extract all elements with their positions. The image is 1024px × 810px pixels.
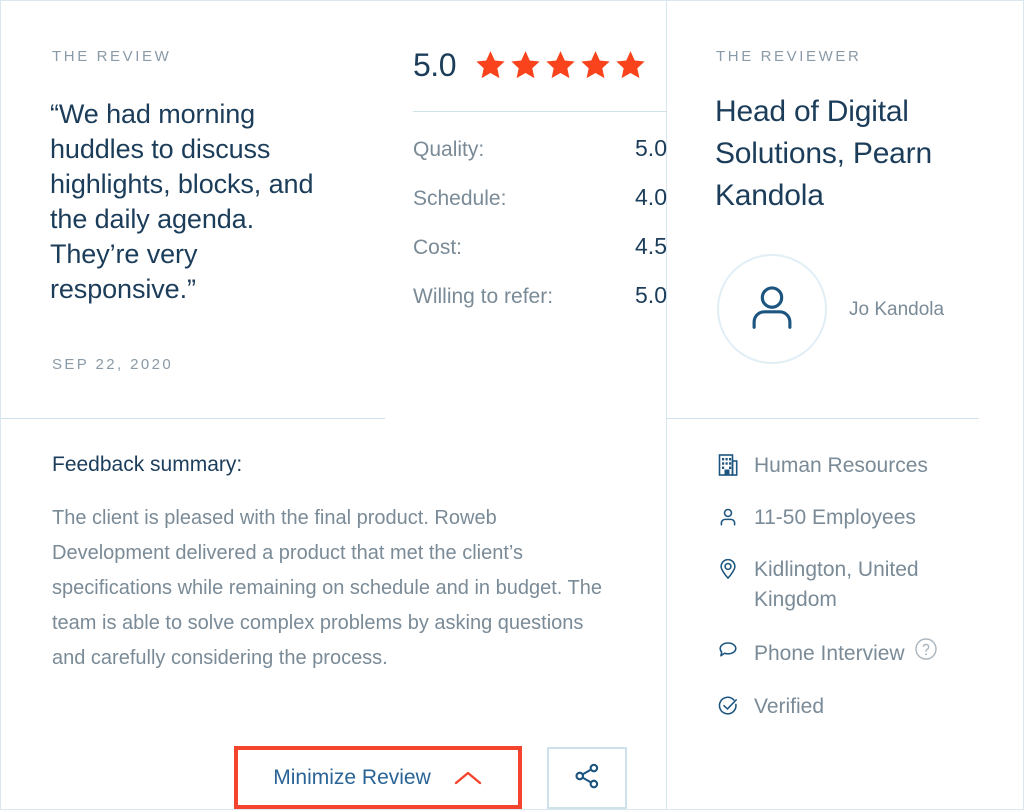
person-icon (743, 278, 801, 341)
feedback-summary-title: Feedback summary: (52, 453, 243, 476)
share-icon (572, 761, 602, 796)
minimize-review-button[interactable]: Minimize Review (234, 746, 522, 809)
rating-row: Schedule: 4.0 (413, 184, 667, 233)
meta-label-wrap: Phone Interview (754, 637, 938, 670)
help-icon[interactable] (914, 637, 938, 670)
overall-rating: 5.0 (413, 49, 647, 81)
meta-row-industry: Human Resources (715, 451, 1005, 481)
speech-bubble-icon (715, 637, 741, 663)
meta-row-interview: Phone Interview (715, 637, 1005, 670)
star-icon (614, 49, 647, 81)
review-card: THE REVIEW “We had morning huddles to di… (0, 0, 1024, 810)
review-date: SEP 22, 2020 (52, 356, 174, 373)
review-quote: “We had morning huddles to discuss highl… (50, 99, 314, 304)
meta-row-location: Kidlington, United Kingdom (715, 555, 1005, 615)
location-pin-icon (715, 555, 741, 581)
reviewer-eyebrow-label: THE REVIEWER (716, 48, 862, 65)
rating-label: Schedule: (413, 187, 507, 210)
share-button[interactable] (547, 747, 627, 809)
feedback-summary-body: The client is pleased with the final pro… (52, 507, 602, 669)
star-rating (474, 49, 647, 81)
meta-label: Kidlington, United Kingdom (754, 558, 919, 611)
rating-value: 4.5 (635, 233, 667, 259)
rating-label: Quality: (413, 138, 485, 161)
rating-row: Willing to refer: 5.0 (413, 282, 667, 331)
left-section-divider (1, 418, 385, 419)
rating-value: 4.0 (635, 184, 667, 210)
star-icon (474, 49, 507, 81)
meta-label: Human Resources (754, 454, 928, 477)
meta-label: Verified (754, 695, 825, 718)
overall-score-value: 5.0 (413, 47, 456, 83)
star-icon (509, 49, 542, 81)
rating-value: 5.0 (635, 282, 667, 308)
minimize-review-label: Minimize Review (273, 765, 431, 789)
rating-label: Cost: (413, 236, 463, 259)
rating-row: Cost: 4.5 (413, 233, 667, 282)
rating-breakdown: Quality: 5.0 Schedule: 4.0 Cost: 4.5 Wil… (413, 135, 667, 331)
review-eyebrow-label: THE REVIEW (52, 48, 172, 65)
reviewer-title: Head of Digital Solutions, Pearn Kandola (715, 95, 932, 212)
reviewer-meta-list: Human Resources 11-50 Employees Kidlingt… (715, 451, 1005, 744)
rating-label: Willing to refer: (413, 285, 554, 308)
ratings-divider (413, 111, 667, 112)
building-icon (715, 451, 741, 477)
avatar (717, 254, 827, 364)
check-circle-icon (715, 692, 741, 718)
person-icon (715, 503, 741, 529)
rating-value: 5.0 (635, 135, 667, 161)
star-icon (579, 49, 612, 81)
vertical-divider (666, 1, 667, 809)
chevron-up-icon (453, 769, 483, 787)
rating-row: Quality: 5.0 (413, 135, 667, 184)
reviewer-name: Jo Kandola (849, 298, 945, 320)
reviewer-identity: Jo Kandola (717, 254, 944, 364)
meta-row-verified: Verified (715, 692, 1005, 722)
meta-row-employees: 11-50 Employees (715, 503, 1005, 533)
meta-label: Phone Interview (754, 641, 905, 665)
star-icon (544, 49, 577, 81)
right-section-divider (666, 418, 979, 419)
meta-label: 11-50 Employees (754, 506, 916, 529)
